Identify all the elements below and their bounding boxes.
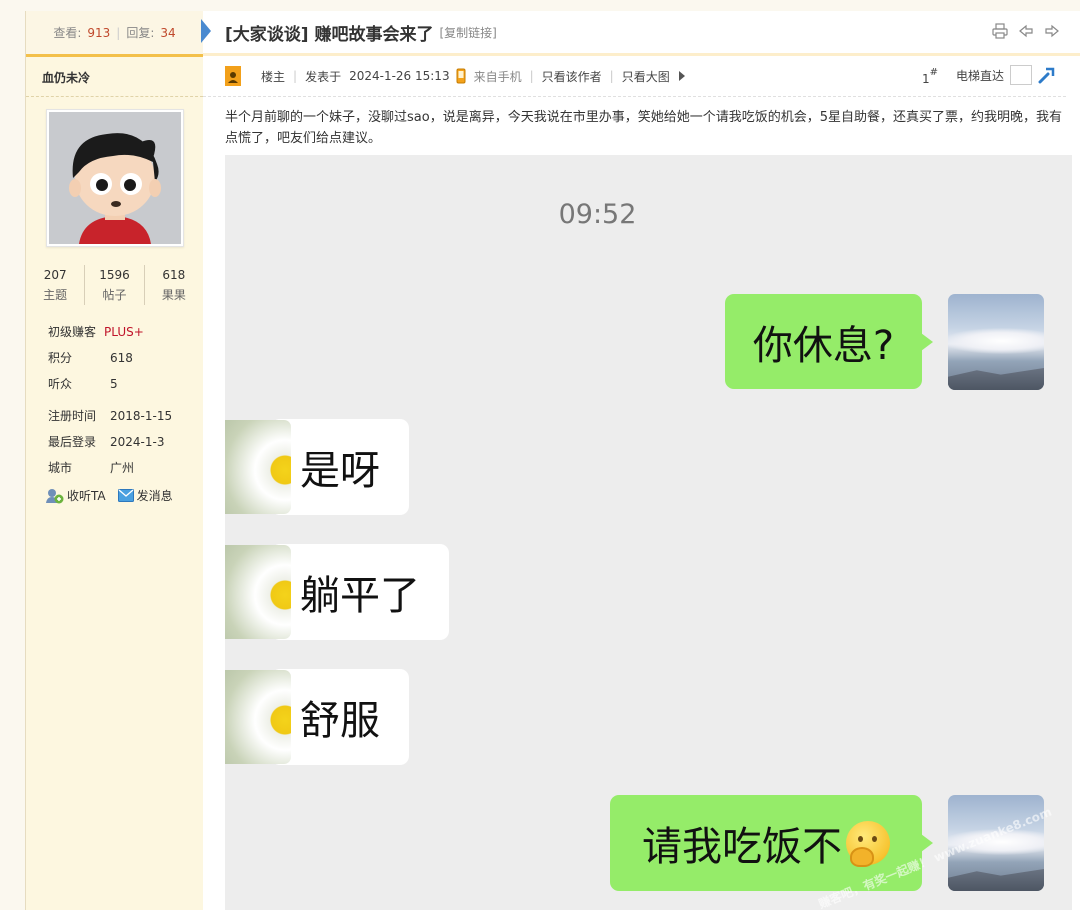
elevator-label: 电梯直达 (955, 68, 1004, 83)
count-label: 主题 (43, 288, 68, 302)
thinking-face-icon (846, 821, 890, 867)
thread-stats: 查看: 913 | 回复: 34 (26, 11, 203, 57)
my-avatar (948, 294, 1044, 390)
floor-controls: 1# 电梯直达 (921, 65, 1056, 86)
count-topics[interactable]: 207 主题 (26, 265, 86, 305)
contact-avatar (225, 545, 291, 639)
avatar-cloud (948, 328, 1044, 354)
stats-divider: | (116, 25, 121, 40)
contact-avatar (225, 420, 291, 514)
post-main: [大家谈谈] 赚吧故事会来了 [复制链接] 楼主 | 发表于 2024-1-26… (201, 11, 1080, 910)
listeners-row: 听众 5 (26, 371, 203, 397)
rank-name[interactable]: 初级赚客 (48, 319, 96, 345)
chat-message-text: 你休息? (752, 322, 895, 369)
contact-avatar (225, 670, 291, 764)
owner-badge-icon (225, 66, 241, 86)
chat-timestamp: 09:52 (558, 199, 637, 230)
views-count: 913 (87, 25, 111, 40)
last-login-date: 2024-1-3 (110, 435, 165, 449)
previous-thread-icon[interactable] (1018, 23, 1034, 39)
count-label: 果果 (161, 288, 186, 302)
city-label: 城市 (48, 461, 73, 475)
send-message-button[interactable]: 发消息 (117, 487, 173, 504)
author-name[interactable]: 血仍未冷 (26, 57, 203, 97)
replies-count: 34 (160, 25, 176, 40)
message-label: 发消息 (136, 489, 173, 503)
play-arrow-icon[interactable] (678, 71, 686, 81)
post-meta: 楼主 | 发表于 2024-1-26 15:13 来自手机 | 只看该作者 | … (203, 56, 1066, 97)
meta-divider: | (609, 69, 614, 83)
count-fruits[interactable]: 618 果果 (145, 265, 203, 305)
floor-sign: # (929, 67, 938, 78)
points-label: 积分 (48, 351, 73, 365)
chat-message-text: 是呀 (300, 448, 380, 494)
chat-bubble-received: 舒服 (225, 669, 409, 765)
chat-message-text: 躺平了 (300, 573, 420, 619)
count-value: 1596 (99, 268, 130, 282)
chat-message-text: 舒服 (300, 698, 380, 744)
meta-divider: | (529, 69, 534, 83)
thread-header: [大家谈谈] 赚吧故事会来了 [复制链接] (201, 11, 1080, 56)
views-label: 查看: (53, 26, 82, 40)
only-images-link[interactable]: 只看大图 (622, 68, 670, 85)
floor-number-value: 1 (921, 72, 930, 86)
listeners-label: 听众 (48, 377, 73, 391)
chat-bubble-sent: 你休息? (725, 294, 933, 389)
last-login-label: 最后登录 (48, 435, 97, 449)
avatar-hill (948, 368, 1044, 390)
replies-label: 回复: (126, 26, 155, 40)
elevator-go-icon[interactable] (1038, 66, 1056, 84)
post-source: 来自手机 (473, 69, 522, 84)
thread-tools (992, 23, 1060, 39)
chat-bubble-received: 躺平了 (225, 544, 449, 640)
register-label: 注册时间 (48, 409, 97, 423)
meta-divider: | (293, 69, 298, 83)
floor-number: 1# (921, 67, 938, 86)
last-login-row: 最后登录 2024-1-3 (26, 429, 203, 455)
rank-row: 初级赚客 PLUS+ (26, 319, 203, 345)
points-row: 积分 618 (26, 345, 203, 371)
points-value: 618 (110, 351, 133, 365)
envelope-icon (117, 489, 134, 502)
author-actions: 收听TA 发消息 (26, 481, 203, 504)
cartoon-boy-avatar-icon (48, 112, 181, 244)
post-body-text: 半个月前聊的一个妹子，没聊过sao，说是离异，今天我说在市里办事，笑她给她一个请… (225, 110, 1062, 146)
mobile-phone-icon (456, 68, 466, 84)
thread-title[interactable]: [大家谈谈] 赚吧故事会来了 (225, 20, 433, 45)
author-avatar-frame[interactable] (45, 109, 184, 247)
author-sidebar: 查看: 913 | 回复: 34 血仍未冷 207 主题 1596 帖子 618… (25, 11, 204, 910)
count-value: 207 (43, 268, 67, 282)
count-posts[interactable]: 1596 帖子 (85, 265, 145, 305)
count-value: 618 (162, 268, 186, 282)
elevator-input[interactable] (1010, 65, 1032, 85)
city-row: 城市 广州 (26, 455, 203, 481)
register-date: 2018-1-15 (110, 409, 173, 423)
owner-label: 楼主 (261, 69, 286, 84)
only-author-link[interactable]: 只看该作者 (542, 68, 602, 85)
posted-time: 2024-1-26 15:13 (349, 69, 450, 83)
copy-link-button[interactable]: [复制链接] (439, 24, 496, 41)
register-row: 注册时间 2018-1-15 (26, 403, 203, 429)
count-label: 帖子 (102, 288, 127, 302)
avatar[interactable] (48, 112, 181, 244)
follow-user-icon (46, 488, 64, 503)
city-value: 广州 (110, 461, 135, 475)
next-thread-icon[interactable] (1044, 23, 1060, 39)
follow-label: 收听TA (67, 489, 106, 503)
print-icon[interactable] (992, 23, 1008, 39)
follow-button[interactable]: 收听TA (46, 487, 106, 504)
listeners-value: 5 (110, 377, 118, 391)
plus-badge[interactable]: PLUS+ (104, 319, 144, 345)
chat-message-text: 请我吃饭不 (642, 824, 842, 870)
avatar-hill (948, 869, 1044, 891)
author-counts: 207 主题 1596 帖子 618 果果 (26, 265, 203, 305)
chat-bubble-received: 是呀 (225, 419, 409, 515)
posted-label: 发表于 (305, 69, 342, 84)
header-notch (201, 19, 211, 43)
chat-screenshot: 09:52 你休息? 是呀 躺平了 舒服 请我吃饭不 赚客吧，有奖一起赚！ ww… (225, 155, 1072, 910)
